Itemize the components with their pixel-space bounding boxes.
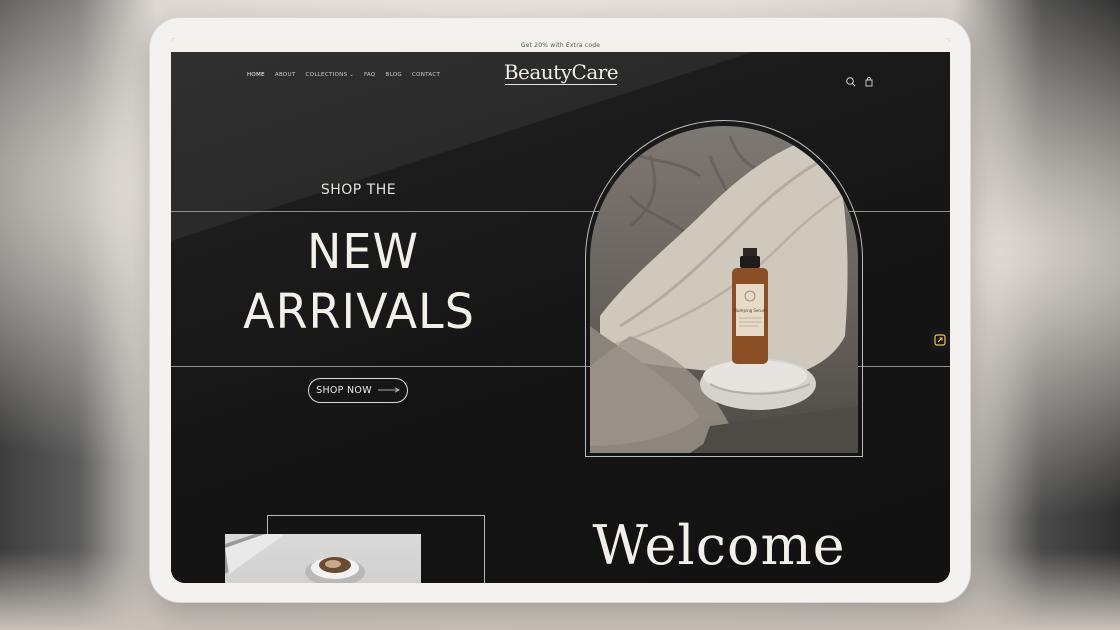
welcome-heading: Welcome: [592, 514, 846, 577]
nav-item-blog[interactable]: BLOG: [386, 72, 402, 78]
hero-title-line2: ARRIVALS: [243, 282, 475, 340]
cart-icon[interactable]: [863, 73, 875, 87]
site-body: HOME ABOUT COLLECTIONS ⌄ FAQ BLOG CONTAC…: [171, 52, 950, 583]
nav-item-faq[interactable]: FAQ: [364, 72, 376, 78]
nav-item-collections-label: COLLECTIONS: [305, 72, 348, 78]
chevron-down-icon: ⌄: [349, 72, 354, 78]
nav-item-collections[interactable]: COLLECTIONS ⌄: [306, 72, 354, 78]
nav-item-home[interactable]: HOME: [247, 72, 265, 78]
coffee-cup-icon: [225, 534, 365, 583]
hero-product-image: Plumping Serum: [590, 126, 858, 453]
shop-now-button[interactable]: SHOP NOW: [308, 378, 408, 403]
bottle-label: Plumping Serum: [733, 308, 766, 313]
website-screen: Get 20% with Extra code HOME ABOUT COLLE…: [171, 38, 950, 583]
search-icon[interactable]: [845, 73, 857, 87]
hero-title-line1: NEW: [307, 222, 419, 280]
announcement-text: Get 20% with Extra code: [520, 41, 601, 49]
logo-underline: [505, 84, 617, 85]
brand-logo[interactable]: BeautyCare: [491, 60, 631, 84]
about-coffee-image: [225, 534, 421, 583]
promo-side-button[interactable]: [930, 330, 950, 350]
nav-item-contact[interactable]: CONTACT: [412, 72, 440, 78]
arrow-right-icon: [377, 385, 400, 396]
announcement-bar: Get 20% with Extra code: [171, 38, 950, 52]
nav-item-about[interactable]: ABOUT: [275, 72, 296, 78]
main-nav: HOME ABOUT COLLECTIONS ⌄ FAQ BLOG CONTAC…: [247, 72, 440, 78]
serum-bottle-on-stone-icon: Plumping Serum: [590, 135, 858, 453]
promo-icon: [934, 334, 946, 346]
hero-eyebrow: SHOP THE: [320, 182, 397, 198]
shop-now-label: SHOP NOW: [316, 385, 372, 396]
